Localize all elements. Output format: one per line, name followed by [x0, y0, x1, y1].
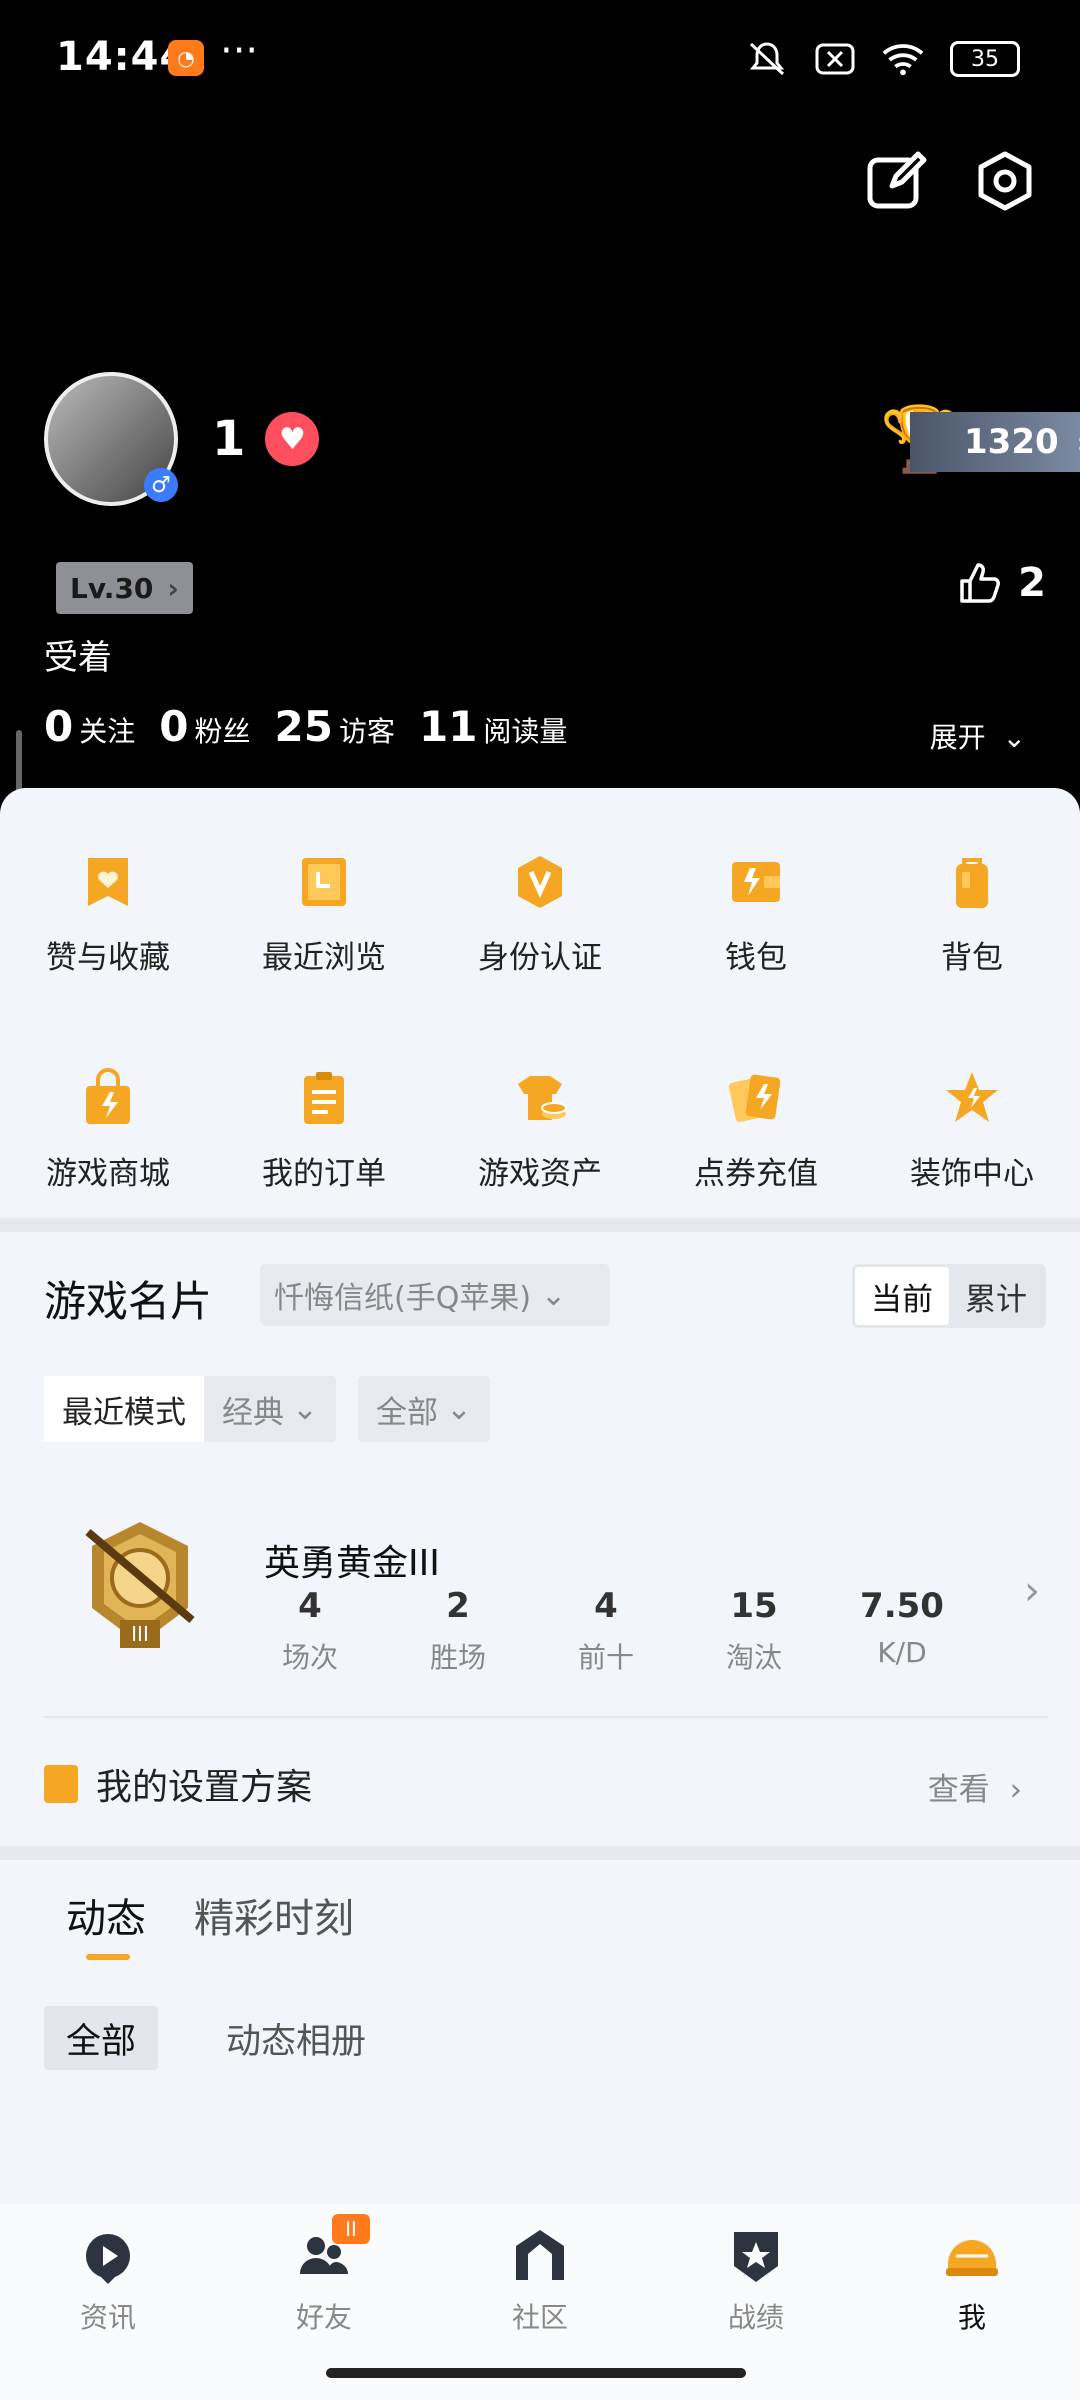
- stat-wins: 2 胜场: [429, 1586, 486, 1674]
- coupon-recharge-icon: [728, 1074, 781, 1122]
- trophy-score-button[interactable]: 1320 ›: [910, 412, 1080, 472]
- tab-moments[interactable]: 动态: [66, 1886, 146, 1960]
- avatar[interactable]: ♂: [44, 372, 178, 506]
- me-helmet-icon: [946, 2240, 998, 2276]
- subtab-all[interactable]: 全部: [44, 2006, 159, 2070]
- settings-button[interactable]: [974, 150, 1036, 212]
- rank-gold-emblem-icon: III: [85, 1522, 195, 1648]
- segment-cumulative[interactable]: 累计: [949, 1267, 1043, 1325]
- chevron-right-icon: ›: [167, 571, 179, 605]
- profile-stats: 0 关注 0 粉丝 25 访客 11 阅读量: [44, 702, 567, 751]
- chevron-right-icon: ›: [1077, 426, 1080, 459]
- settings-plan-row[interactable]: 我的设置方案: [44, 1758, 312, 1810]
- recent-browse-icon: [302, 858, 346, 906]
- stat-following[interactable]: 0 关注: [44, 702, 135, 751]
- chevron-right-icon: ›: [1009, 1772, 1022, 1808]
- backpack-icon: [956, 858, 988, 908]
- app-notification-icon: ◔: [168, 40, 204, 76]
- menu-identity-verify[interactable]: 身份认证: [432, 818, 648, 1034]
- heart-count: 1: [212, 411, 246, 467]
- edit-icon: [867, 151, 927, 209]
- verify-badge-icon: [518, 856, 562, 908]
- news-icon: [86, 2234, 130, 2284]
- subtab-album[interactable]: 动态相册: [204, 2006, 388, 2070]
- section-divider: [0, 1846, 1080, 1860]
- section-divider: [0, 1218, 1080, 1232]
- view-settings-plan-button[interactable]: 查看 ›: [928, 1764, 1022, 1809]
- menu-likes-favorites[interactable]: 赞与收藏: [0, 818, 216, 1034]
- male-gender-icon: ♂: [144, 468, 178, 502]
- trophy-score: 1320: [964, 422, 1059, 462]
- rank-name: 英勇黄金III: [264, 1543, 440, 1584]
- more-notifications-icon: ···: [220, 28, 259, 74]
- chevron-down-icon: ⌄: [292, 1391, 318, 1427]
- praise-count: 2: [1018, 560, 1046, 606]
- settings-plan-icon: [44, 1765, 78, 1803]
- wallet-icon: [732, 862, 780, 902]
- stat-eliminations: 15 淘汰: [725, 1586, 782, 1674]
- record-icon: [734, 2232, 778, 2282]
- stat-top-ten: 4 前十: [577, 1586, 634, 1674]
- nav-news[interactable]: 资讯: [0, 2204, 216, 2400]
- stat-kd: 7.50 K/D: [860, 1586, 944, 1669]
- level-badge[interactable]: Lv.30 ›: [56, 562, 193, 614]
- heart-bookmark-icon: [88, 858, 128, 906]
- stat-visitors[interactable]: 25 访客: [275, 702, 395, 751]
- settings-hexagon-icon: [978, 151, 1032, 211]
- no-sim-icon: [814, 40, 856, 78]
- game-card-title: 游戏名片: [44, 1277, 213, 1326]
- game-assets-icon: [518, 1076, 567, 1120]
- menu-recent-browse[interactable]: 最近浏览: [216, 818, 432, 1034]
- rank-stats: 4 场次 2 胜场 4 前十 15 淘汰 7.50 K/D: [236, 1586, 976, 1676]
- friends-badge: II: [332, 2214, 370, 2244]
- content-panel: 赞与收藏 最近浏览 身份认证 钱包 背包 游戏商城 我的订单 游戏资产 点券充值…: [0, 788, 1080, 2400]
- classic-mode-dropdown[interactable]: 经典 ⌄: [204, 1376, 336, 1442]
- mode-filter: 最近模式 经典 ⌄: [44, 1376, 336, 1442]
- stat-reads[interactable]: 11 阅读量: [419, 702, 567, 751]
- menu-grid: 赞与收藏 最近浏览 身份认证 钱包 背包 游戏商城 我的订单 游戏资产 点券充值…: [0, 818, 1080, 1250]
- community-icon: [516, 2230, 564, 2280]
- feed-subtabs: 全部 动态相册: [44, 2006, 388, 2070]
- nickname: 受着: [44, 638, 112, 678]
- stat-followers[interactable]: 0 粉丝: [159, 702, 250, 751]
- chevron-down-icon: ⌄: [1002, 721, 1026, 754]
- recent-mode-option[interactable]: 最近模式: [44, 1376, 204, 1442]
- heart-icon[interactable]: ♥: [265, 412, 320, 466]
- scope-filter: 全部 ⌄: [357, 1376, 490, 1442]
- decoration-star-icon: [946, 1072, 998, 1122]
- menu-wallet[interactable]: 钱包: [648, 818, 864, 1034]
- wifi-icon: [882, 40, 924, 78]
- level-text: Lv.30: [70, 571, 154, 605]
- expand-button[interactable]: 展开 ⌄: [930, 716, 1026, 756]
- chevron-down-icon: ⌄: [541, 1277, 567, 1313]
- silent-mode-icon: [746, 40, 788, 78]
- shopping-bag-icon: [86, 1068, 130, 1124]
- home-indicator[interactable]: [326, 2368, 746, 2378]
- feed-tabs: 动态 精彩时刻: [66, 1886, 354, 1960]
- nav-me[interactable]: 我: [864, 2204, 1080, 2400]
- svg-text:III: III: [131, 1622, 149, 1646]
- menu-backpack[interactable]: 背包: [864, 818, 1080, 1034]
- scope-dropdown[interactable]: 全部 ⌄: [358, 1376, 490, 1442]
- praise-button[interactable]: 2: [958, 560, 1046, 606]
- rank-detail-chevron-icon[interactable]: ›: [1024, 1568, 1040, 1614]
- segment-current[interactable]: 当前: [855, 1267, 949, 1325]
- chevron-down-icon: ⌄: [445, 1391, 472, 1427]
- battery-icon: 35: [950, 41, 1020, 77]
- tab-highlights[interactable]: 精彩时刻: [194, 1886, 354, 1944]
- period-segmented-control: 当前 累计: [852, 1264, 1046, 1328]
- thumbs-up-icon: [960, 563, 1001, 603]
- edit-profile-button[interactable]: [866, 150, 928, 212]
- divider-line: [44, 1716, 1048, 1718]
- order-list-icon: [304, 1072, 344, 1124]
- status-bar: 14:44 ◔ ··· 35: [0, 0, 1080, 120]
- account-selector[interactable]: 忏悔信纸(手Q苹果) ⌄: [260, 1264, 610, 1326]
- stat-matches: 4 场次: [281, 1586, 338, 1674]
